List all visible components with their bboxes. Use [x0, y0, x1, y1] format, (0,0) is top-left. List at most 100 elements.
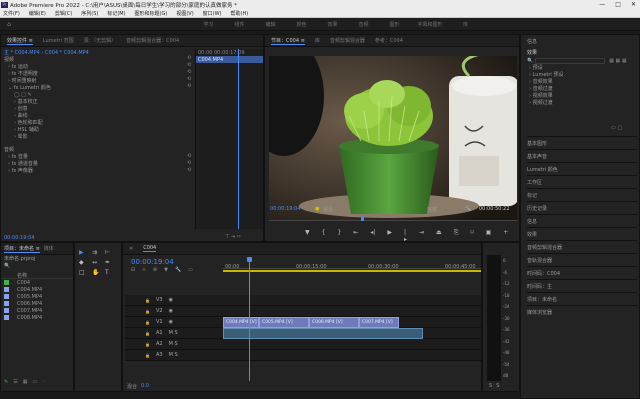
video-frame[interactable] [269, 56, 517, 220]
mark-out-button[interactable]: } [337, 229, 341, 243]
workspace-assembly[interactable]: 组件 [224, 21, 255, 28]
effects-audio[interactable]: 音频效果 [533, 78, 553, 85]
lumetri-basic[interactable]: 基本校正 [18, 98, 38, 105]
section-effects[interactable]: 效果 [527, 231, 537, 238]
menu-graphics[interactable]: 图形和标题(G) [135, 10, 168, 17]
add-marker-icon[interactable]: ▼ [164, 267, 168, 273]
lock-icon[interactable]: 🔒 [145, 309, 150, 314]
eye-icon[interactable]: ◉ [169, 319, 173, 325]
section-info[interactable]: 信息 [527, 218, 537, 225]
keyframe-area[interactable]: 00:00 00:00:17:09 C004.MP4 [195, 49, 263, 229]
step-back-button[interactable]: ◂| [370, 229, 375, 243]
effects-video[interactable]: 视频效果 [533, 92, 553, 99]
mute-solo-icon[interactable]: M S [169, 330, 178, 336]
wrench-icon[interactable]: 🔧 [465, 206, 471, 212]
lift-button[interactable]: ⏏ [436, 229, 442, 243]
workspace-learn[interactable]: 学习 [193, 21, 224, 28]
project-item[interactable]: C004 [1, 279, 73, 286]
menu-file[interactable]: 文件(F) [3, 10, 20, 17]
track-label[interactable]: V2 [156, 308, 163, 314]
project-item[interactable]: C007.MP4 [1, 307, 73, 314]
step-forward-button[interactable]: |▸ [404, 229, 407, 243]
effects-header[interactable]: 效果 [527, 49, 537, 56]
video-clip[interactable]: C005.MP4 [V] [259, 317, 309, 328]
section-media-browser[interactable]: 媒体浏览器 [527, 309, 552, 316]
zoom-slider-icon[interactable]: ◦ [42, 379, 45, 385]
mix-value[interactable]: 0.0 [141, 383, 149, 390]
search-icon[interactable]: 🔍 [4, 263, 10, 269]
eye-icon[interactable]: ◉ [169, 297, 173, 303]
workspace-graphics[interactable]: 图形 [379, 21, 410, 28]
lock-icon[interactable]: 🔒 [145, 320, 150, 325]
effect-opacity[interactable]: fx 不透明度 [12, 70, 38, 77]
new-folder-icon[interactable]: ▭ ▢ [611, 125, 622, 131]
selection-tool-icon[interactable]: ▶ [79, 249, 89, 256]
track-label[interactable]: A1 [156, 330, 163, 336]
menu-edit[interactable]: 编辑(E) [29, 10, 46, 17]
mark-in-button[interactable]: { [322, 229, 326, 243]
marker-icon[interactable]: ● [315, 206, 319, 212]
timeline-ruler[interactable]: 00:00 00:00:15:00 00:00:30:00 00:00:45:0… [223, 257, 481, 270]
effect-volume[interactable]: fx 音量 [12, 153, 28, 160]
nest-icon[interactable]: ⊟ [131, 267, 135, 273]
effect-time-remap[interactable]: 时间重映射 [12, 77, 37, 84]
tab-library[interactable]: 库 [315, 37, 320, 44]
workspace-effects[interactable]: 效果 [317, 21, 348, 28]
tab-effect-controls[interactable]: 效果控件 ≡ [7, 37, 33, 45]
play-button[interactable]: ▶ [387, 229, 392, 243]
tab-media[interactable]: 媒体 [44, 245, 54, 252]
playhead-handle[interactable] [247, 257, 252, 262]
video-clip[interactable]: C007.MP4 [V] [359, 317, 399, 328]
list-view-icon[interactable]: ☰ [13, 379, 17, 385]
tab-lumetri-scopes[interactable]: Lumetri 范围 [43, 37, 74, 44]
workspace-audio[interactable]: 音频 [348, 21, 379, 28]
preset-icon[interactable]: ▦ ▦ ▦ [609, 58, 626, 64]
filter-icon[interactable]: ⊤ ⇥ ⇨ [225, 234, 241, 240]
pencil-icon[interactable]: ✎ [4, 379, 8, 385]
tab-project[interactable]: 项目：未命名 ≡ [4, 245, 40, 253]
add-button[interactable]: + [503, 229, 508, 243]
rectangle-tool-icon[interactable]: □ [79, 269, 89, 276]
quality-dropdown[interactable]: 完整 [427, 206, 437, 213]
section-workspace[interactable]: 工作区 [527, 179, 542, 186]
track-label[interactable]: A3 [156, 352, 163, 358]
add-marker-button[interactable]: ▼ [305, 229, 310, 243]
effects-presets[interactable]: 预设 [533, 64, 543, 71]
workspace-editing[interactable]: 编辑 [255, 21, 286, 28]
go-to-in-button[interactable]: ⇤ [353, 229, 358, 243]
section-project[interactable]: 项目：未命名 [527, 296, 557, 303]
effects-video-transitions[interactable]: 视频过渡 [533, 99, 553, 106]
section-timecode-c004[interactable]: 时间码：C004 [527, 270, 560, 277]
video-clip[interactable]: C006.MP4 [V] [309, 317, 359, 328]
effects-timecode[interactable]: 00:00:19:04 [4, 235, 35, 241]
extract-button[interactable]: ⎘ [454, 229, 459, 243]
section-timecode-main[interactable]: 时间码：主 [527, 283, 552, 290]
section-lumetri[interactable]: Lumetri 颜色 [527, 166, 558, 173]
tab-sequence[interactable]: C004 [143, 245, 157, 252]
playhead-line[interactable] [238, 49, 239, 229]
work-area-bar[interactable] [223, 270, 481, 272]
hand-tool-icon[interactable]: ✋ [92, 269, 102, 276]
mask-tools-icon[interactable]: ◯ □ ✎ [14, 92, 32, 98]
captions-icon[interactable]: ▭ [188, 267, 193, 273]
track-label[interactable]: V1 [156, 319, 163, 325]
close-icon[interactable]: ✕ [129, 246, 133, 252]
section-essential-sound[interactable]: 基本声音 [527, 153, 547, 160]
project-item[interactable]: C008.MP4 [1, 314, 73, 321]
tab-reference[interactable]: 参考：C004 [375, 37, 403, 44]
name-column-header[interactable]: 名称 [17, 272, 27, 279]
menu-view[interactable]: 视图(V) [176, 10, 193, 17]
clip-breadcrumb[interactable]: 主 * C004.MP4 › C004 * C004.MP4 [4, 49, 89, 56]
razor-tool-icon[interactable]: ◆ [79, 259, 89, 266]
solo-left-button[interactable]: S [489, 383, 492, 389]
lock-icon[interactable]: 🔒 [145, 331, 150, 336]
slip-tool-icon[interactable]: ↔ [92, 259, 102, 266]
type-tool-icon[interactable]: T [105, 269, 115, 276]
track-label[interactable]: A2 [156, 341, 163, 347]
section-track-mixer[interactable]: 音轨混合器 [527, 257, 552, 264]
go-to-out-button[interactable]: ⇥ [419, 229, 424, 243]
lock-icon[interactable]: 🔒 [145, 298, 150, 303]
effect-panner[interactable]: fx 声像器 [12, 167, 33, 174]
timeline-playhead[interactable] [249, 257, 250, 381]
workspace-color[interactable]: 颜色 [286, 21, 317, 28]
